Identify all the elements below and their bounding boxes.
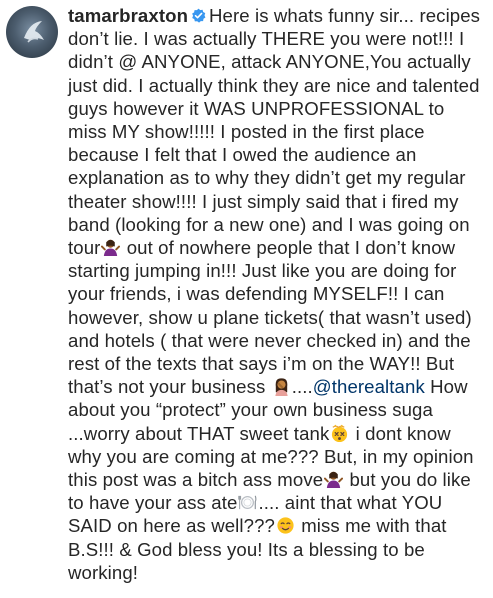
mention-link[interactable]: @therealtank (313, 376, 425, 397)
comment-body: tamarbraxton Here is whats funny sir... r… (68, 4, 486, 584)
woman-shrugging-icon (324, 471, 344, 489)
dizzy-face-icon (332, 424, 348, 442)
fork-knife-plate-icon (238, 495, 257, 510)
woman-shrugging-icon (101, 239, 121, 257)
avatar-figure-icon (24, 21, 44, 43)
woman-facepalming-icon (275, 378, 288, 397)
comment: tamarbraxton Here is whats funny sir... r… (6, 4, 486, 584)
comment-text: out of nowhere people that I don’t know … (68, 237, 472, 398)
comment-text: .... (291, 376, 313, 398)
smiling-face-icon (277, 517, 294, 535)
username-link[interactable]: tamarbraxton (68, 5, 188, 26)
verified-badge-icon (192, 8, 206, 23)
avatar[interactable] (6, 6, 58, 58)
comment-text: Here is whats funny sir... recipes don’t… (68, 5, 481, 259)
